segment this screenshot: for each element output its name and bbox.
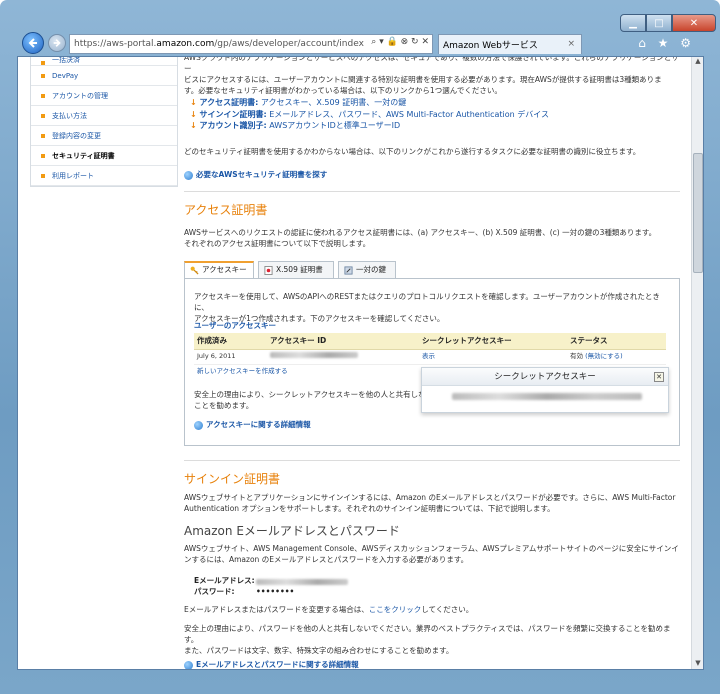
password-label: パスワード: — [194, 587, 235, 597]
sidebar-item-payment-method[interactable]: 支払い方法 — [31, 106, 177, 126]
tab-key-pairs[interactable]: 一対の鍵 — [338, 261, 396, 279]
page-viewport: 一括決済 DevPay アカウントの管理 支払い方法 登録内容の変更 セキュリテ… — [17, 56, 704, 670]
url-suffix: /gp/aws/developer/account/index — [214, 39, 364, 49]
key-icon — [190, 266, 199, 275]
key-status: 有効 (無効にする) — [570, 352, 623, 361]
change-credentials-link[interactable]: ここをクリック — [369, 605, 422, 614]
scrollbar-thumb[interactable] — [693, 153, 703, 273]
your-access-keys-title: ユーザーのアクセスキー — [194, 321, 276, 330]
url-prefix: https://aws-portal. — [74, 39, 157, 49]
access-keys-panel: アクセスキーを使用して、AWSのAPIへのRESTまたはクエリのプロトコルリクエ… — [184, 278, 680, 446]
divider — [184, 191, 680, 192]
info-arrow-icon — [184, 170, 193, 180]
access-credentials-desc: AWSサービスへのリクエストの認証に使われるアクセス証明書には、(a) アクセス… — [184, 228, 657, 248]
access-keys-table: 作成済み アクセスキー ID シークレットアクセスキー ステータス July 6… — [194, 333, 666, 365]
table-header: 作成済み アクセスキー ID シークレットアクセスキー ステータス — [194, 333, 666, 350]
secret-key-popup: シークレットアクセスキー ✕ — [421, 367, 669, 413]
deactivate-link[interactable]: (無効にする) — [585, 352, 623, 360]
redacted-email — [256, 578, 348, 585]
info-arrow-icon — [184, 660, 193, 669]
sidebar-item-account-management[interactable]: アカウントの管理 — [31, 86, 177, 106]
forward-button[interactable] — [48, 34, 66, 52]
access-credentials-tabs: アクセスキー X.509 証明書 一対の鍵 — [184, 261, 684, 279]
address-bar-icons[interactable]: ⌕ ▾ 🔒 ⊗ ↻ ✕ — [369, 37, 429, 47]
sidebar: 一括決済 DevPay アカウントの管理 支払い方法 登録内容の変更 セキュリテ… — [30, 57, 178, 187]
create-access-key-link[interactable]: 新しいアクセスキーを作成する — [197, 367, 288, 376]
back-arrow-icon — [28, 38, 37, 48]
email-password-title: Amazon Eメールアドレスとパスワード — [184, 524, 400, 538]
address-bar[interactable]: https://aws-portal. amazon.com/gp/aws/dev… — [69, 34, 433, 54]
browser-window: ▁ □ ✕ https://aws-portal. amazon.com/gp/a… — [0, 0, 720, 694]
sidebar-item-consolidated-billing[interactable]: 一括決済 — [31, 57, 177, 66]
forward-arrow-icon — [53, 39, 61, 47]
signin-credentials-link[interactable]: サインイン証明書: Eメールアドレス、パスワード、AWS Multi-Facto… — [190, 109, 690, 121]
scroll-up-icon[interactable]: ▲ — [692, 57, 703, 69]
signin-fields: Eメールアドレス: パスワード: •••••••• — [194, 576, 348, 598]
signin-credentials-title: サインイン証明書 — [184, 472, 281, 486]
password-security-note: 安全上の理由により、パスワードを他の人と共有しないでください。業界のベストプラク… — [184, 624, 671, 655]
maximize-button[interactable]: □ — [646, 14, 672, 32]
redacted-secret-key — [452, 393, 642, 400]
access-key-id — [270, 352, 422, 361]
close-window-button[interactable]: ✕ — [672, 14, 716, 32]
intro-text: AWSクラウド内のアプリケーションとサービスへのアクセスは、セキュアであり、複数… — [184, 56, 679, 95]
vertical-scrollbar[interactable]: ▲ ▼ — [691, 57, 703, 669]
divider — [184, 460, 680, 461]
access-keys-more-info-link[interactable]: アクセスキーに関する詳細情報 — [194, 420, 311, 431]
access-credentials-title: アクセス証明書 — [184, 203, 268, 217]
email-password-more-info-link[interactable]: Eメールアドレスとパスワードに関する詳細情報 — [184, 660, 684, 669]
account-identifiers-link[interactable]: アカウント識別子: AWSアカウントIDと標準ユーザーID — [190, 120, 690, 132]
scroll-down-icon[interactable]: ▼ — [692, 659, 703, 669]
sidebar-item-security-credentials[interactable]: セキュリティ証明書 — [31, 146, 177, 166]
show-secret-key-link[interactable]: 表示 — [422, 352, 570, 361]
certificate-icon — [264, 265, 273, 275]
tab-close-icon[interactable]: × — [567, 39, 575, 49]
tab-title: Amazon Webサービス — [443, 41, 538, 51]
tab-x509-certificates[interactable]: X.509 証明書 — [258, 261, 334, 279]
email-label: Eメールアドレス: — [194, 576, 255, 586]
minimize-button[interactable]: ▁ — [620, 14, 646, 32]
password-value: •••••••• — [256, 587, 295, 597]
access-keys-desc: アクセスキーを使用して、AWSのAPIへのRESTまたはクエリのプロトコルリクエ… — [194, 292, 660, 323]
redacted-key-id — [270, 352, 358, 359]
tab-access-keys[interactable]: アクセスキー — [184, 261, 254, 279]
find-credentials-link[interactable]: 必要なAWSセキュリティ証明書を探す — [184, 170, 684, 181]
key-pair-icon — [344, 265, 353, 275]
sidebar-item-usage-reports[interactable]: 利用レポート — [31, 166, 177, 186]
toolbar-icons[interactable]: ⌂ ★ ⚙ — [638, 36, 695, 50]
title-bar: ▁ □ ✕ — [0, 0, 720, 32]
table-row: July 6, 2011 表示 有効 (無効にする) — [194, 350, 666, 365]
window-controls: ▁ □ ✕ — [620, 14, 716, 32]
access-credentials-link[interactable]: アクセス証明書: アクセスキー、X.509 証明書、一対の鍵 — [190, 97, 690, 109]
sidebar-item-devpay[interactable]: DevPay — [31, 66, 177, 86]
browser-tab[interactable]: Amazon Webサービス × — [438, 34, 582, 54]
info-arrow-icon — [194, 420, 203, 430]
signin-desc: AWSウェブサイトとアプリケーションにサインインするには、Amazon のEメー… — [184, 493, 676, 513]
browser-toolbar: https://aws-portal. amazon.com/gp/aws/dev… — [17, 32, 703, 56]
sidebar-item-account-settings[interactable]: 登録内容の変更 — [31, 126, 177, 146]
email-password-desc: AWSウェブサイト、AWS Management Console、AWSディスカ… — [184, 544, 679, 564]
created-date: July 6, 2011 — [197, 352, 236, 361]
popup-title: シークレットアクセスキー — [422, 368, 668, 386]
back-button[interactable] — [22, 32, 44, 54]
security-note: 安全上の理由により、シークレットアクセスキーを他の人と共有しな ことを勧めます。 — [194, 390, 426, 410]
credential-links: アクセス証明書: アクセスキー、X.509 証明書、一対の鍵 サインイン証明書:… — [190, 97, 690, 132]
popup-close-icon[interactable]: ✕ — [654, 372, 664, 382]
change-credentials-text: Eメールアドレスまたはパスワードを変更する場合は、ここをクリックしてください。 — [184, 605, 474, 614]
unsure-text: どのセキュリティ証明書を使用するかわからない場合は、以下のリンクがこれから遂行す… — [184, 147, 641, 156]
url-domain: amazon.com — [156, 39, 215, 49]
